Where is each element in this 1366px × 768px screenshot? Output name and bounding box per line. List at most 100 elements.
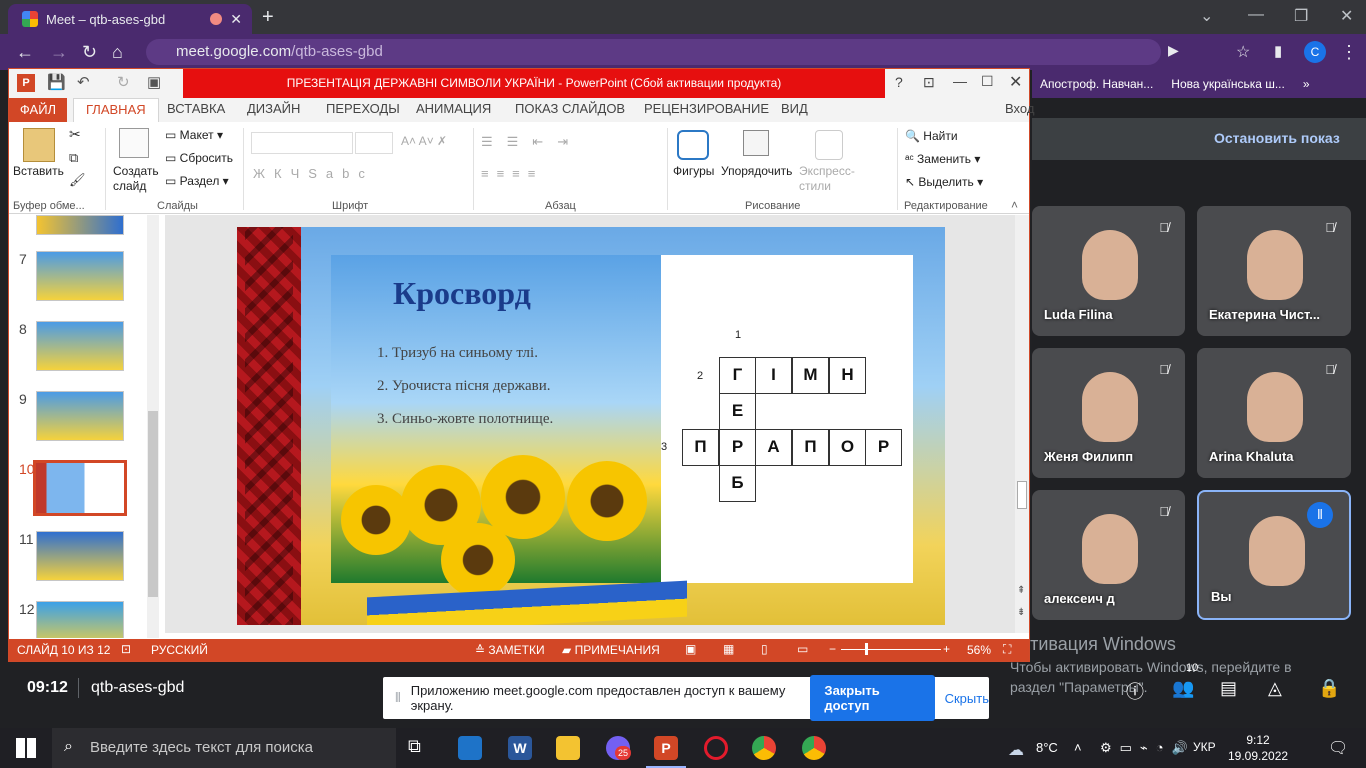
- thumbnail-slide-6[interactable]: [36, 215, 124, 235]
- powerpoint-taskbar-icon[interactable]: P: [654, 736, 678, 760]
- tab-home[interactable]: ГЛАВНАЯ: [73, 98, 159, 122]
- notifications-icon[interactable]: 🗨: [1328, 738, 1348, 758]
- font-format-icons[interactable]: ЖКЧSabc: [253, 166, 374, 181]
- zoom-out-icon[interactable]: −: [829, 642, 836, 656]
- activities-icon[interactable]: ◬: [1268, 678, 1282, 699]
- info-icon[interactable]: ⓘ: [1126, 678, 1144, 704]
- ppt-close-button[interactable]: ✕: [1009, 72, 1022, 92]
- find-button[interactable]: 🔍 Найти: [905, 129, 958, 143]
- task-view-icon[interactable]: ⧉: [408, 736, 432, 760]
- weather-temperature[interactable]: 8°C: [1036, 740, 1058, 755]
- stop-presenting-button[interactable]: Остановить показ: [1214, 130, 1340, 146]
- next-slide-icon[interactable]: ⇟: [1017, 607, 1025, 618]
- redo-icon[interactable]: ↻: [117, 73, 130, 91]
- tab-view[interactable]: ВИД: [781, 101, 808, 116]
- normal-view-icon[interactable]: ▣: [685, 642, 696, 656]
- store-icon[interactable]: [458, 736, 482, 760]
- word-icon[interactable]: W: [508, 736, 532, 760]
- new-tab-button[interactable]: +: [262, 6, 274, 29]
- thumbnail-slide-12[interactable]: [36, 601, 124, 638]
- slide-sorter-icon[interactable]: ▦: [723, 642, 734, 656]
- quick-styles-icon[interactable]: [815, 130, 843, 160]
- comments-button[interactable]: ▰ ПРИМЕЧАНИЯ: [562, 643, 660, 657]
- people-icon[interactable]: 👥: [1172, 678, 1194, 699]
- ppt-maximize-button[interactable]: ☐: [981, 73, 994, 90]
- reload-icon[interactable]: ↻: [82, 42, 97, 63]
- clock[interactable]: 9:12 19.09.2022: [1228, 732, 1288, 764]
- participant-tile[interactable]: 🎙̸ Женя Филипп: [1032, 348, 1185, 478]
- windows-start-icon[interactable]: [16, 738, 36, 758]
- slide-scrollbar[interactable]: ⇞ ⇟: [1015, 215, 1029, 633]
- slideshow-view-icon[interactable]: ▭: [797, 642, 808, 656]
- tab-slideshow[interactable]: ПОКАЗ СЛАЙДОВ: [515, 101, 625, 116]
- participant-tile[interactable]: 🎙̸ Екатерина Чист...: [1197, 206, 1351, 336]
- new-slide-button[interactable]: Создать слайд: [113, 164, 161, 194]
- tab-close-icon[interactable]: ✕: [230, 11, 242, 28]
- previous-slide-icon[interactable]: ⇞: [1017, 585, 1025, 596]
- spellcheck-icon[interactable]: ⊡: [121, 642, 131, 656]
- stop-sharing-button[interactable]: Закрыть доступ: [810, 675, 935, 721]
- replace-button[interactable]: ᵃᶜ Заменить ▾: [905, 152, 980, 166]
- layout-button[interactable]: ▭ Макет ▾: [165, 128, 223, 142]
- hide-notice-button[interactable]: Скрыть: [945, 691, 989, 706]
- undo-icon[interactable]: ↶: [77, 73, 90, 91]
- close-window-button[interactable]: ✕: [1340, 6, 1353, 26]
- taskbar-search-box[interactable]: Введите здесь текст для поиска: [52, 728, 396, 768]
- collapse-ribbon-icon[interactable]: ˄: [1011, 198, 1018, 212]
- copy-icon[interactable]: ⧉: [69, 150, 78, 166]
- language-indicator[interactable]: РУССКИЙ: [151, 643, 208, 657]
- font-grow-icon[interactable]: A˄ A˅ ✗: [401, 134, 447, 148]
- opera-icon[interactable]: [704, 736, 728, 760]
- bookmark-item[interactable]: Апостроф. Навчан...: [1040, 77, 1153, 91]
- participant-tile[interactable]: 🎙̸ Luda Filina: [1032, 206, 1185, 336]
- zoom-slider[interactable]: [841, 649, 941, 650]
- bookmark-star-icon[interactable]: ☆: [1236, 42, 1250, 62]
- list-icons[interactable]: ☰☰⇤⇥: [481, 134, 582, 150]
- paste-icon[interactable]: [23, 128, 55, 162]
- participant-tile[interactable]: 🎙̸ Arina Khaluta: [1197, 348, 1351, 478]
- thumbnail-slide-10-selected[interactable]: [33, 460, 127, 516]
- home-icon[interactable]: ⌂: [112, 42, 123, 63]
- thumbnail-slide-9[interactable]: [36, 391, 124, 441]
- minimize-button[interactable]: —: [1248, 6, 1264, 24]
- slide-canvas[interactable]: Кросворд 1. Тризуб на синьому тлі. 2. Ур…: [237, 227, 945, 625]
- thumbnails-scrollbar[interactable]: [147, 215, 159, 638]
- thumbnails-scroll-thumb[interactable]: [148, 411, 158, 597]
- chat-icon[interactable]: ▤: [1220, 678, 1237, 699]
- back-icon[interactable]: ←: [16, 42, 34, 63]
- font-family-box[interactable]: [251, 132, 353, 154]
- shapes-button[interactable]: Фигуры: [673, 164, 714, 178]
- drag-handle-icon[interactable]: ⦀: [395, 690, 401, 706]
- help-icon[interactable]: ?: [895, 74, 903, 90]
- chrome-profile-icon[interactable]: [802, 736, 826, 760]
- host-controls-icon[interactable]: 🔒: [1318, 678, 1340, 699]
- restore-button[interactable]: ❐: [1294, 6, 1308, 26]
- font-size-box[interactable]: [355, 132, 393, 154]
- align-icons[interactable]: ≡≡≡≡: [481, 166, 543, 181]
- new-slide-icon[interactable]: [119, 128, 149, 158]
- start-slideshow-icon[interactable]: ▣: [147, 73, 161, 91]
- forward-icon[interactable]: →: [50, 42, 68, 63]
- ribbon-display-icon[interactable]: ⊡: [923, 74, 935, 91]
- tray-icons[interactable]: ⚙▭⌁◔🔊: [1100, 740, 1196, 756]
- quick-styles-button[interactable]: Экспресс-стили: [799, 164, 859, 194]
- tab-search-icon[interactable]: ⌄: [1200, 6, 1213, 26]
- thumbnail-slide-8[interactable]: [36, 321, 124, 371]
- keyboard-language[interactable]: УКР: [1193, 740, 1216, 754]
- shapes-icon[interactable]: [677, 130, 709, 160]
- tab-review[interactable]: РЕЦЕНЗИРОВАНИЕ: [644, 101, 769, 116]
- chrome-icon[interactable]: [752, 736, 776, 760]
- participant-tile[interactable]: 🎙̸ алексеич д: [1032, 490, 1185, 620]
- save-icon[interactable]: 💾: [47, 73, 66, 91]
- more-bookmarks-icon[interactable]: »: [1303, 77, 1310, 91]
- profile-avatar[interactable]: C: [1304, 41, 1326, 63]
- tray-chevron-icon[interactable]: ˄: [1074, 740, 1082, 755]
- reset-button[interactable]: ▭ Сбросить: [165, 151, 233, 165]
- arrange-button[interactable]: Упорядочить: [721, 164, 792, 178]
- tab-transitions[interactable]: ПЕРЕХОДЫ: [326, 101, 400, 116]
- menu-icon[interactable]: ⋮: [1340, 42, 1358, 63]
- notes-button[interactable]: ≙ ЗАМЕТКИ: [475, 643, 545, 657]
- camera-icon[interactable]: ▶: [1168, 42, 1179, 59]
- arrange-icon[interactable]: [743, 130, 769, 156]
- section-button[interactable]: ▭ Раздел ▾: [165, 174, 229, 188]
